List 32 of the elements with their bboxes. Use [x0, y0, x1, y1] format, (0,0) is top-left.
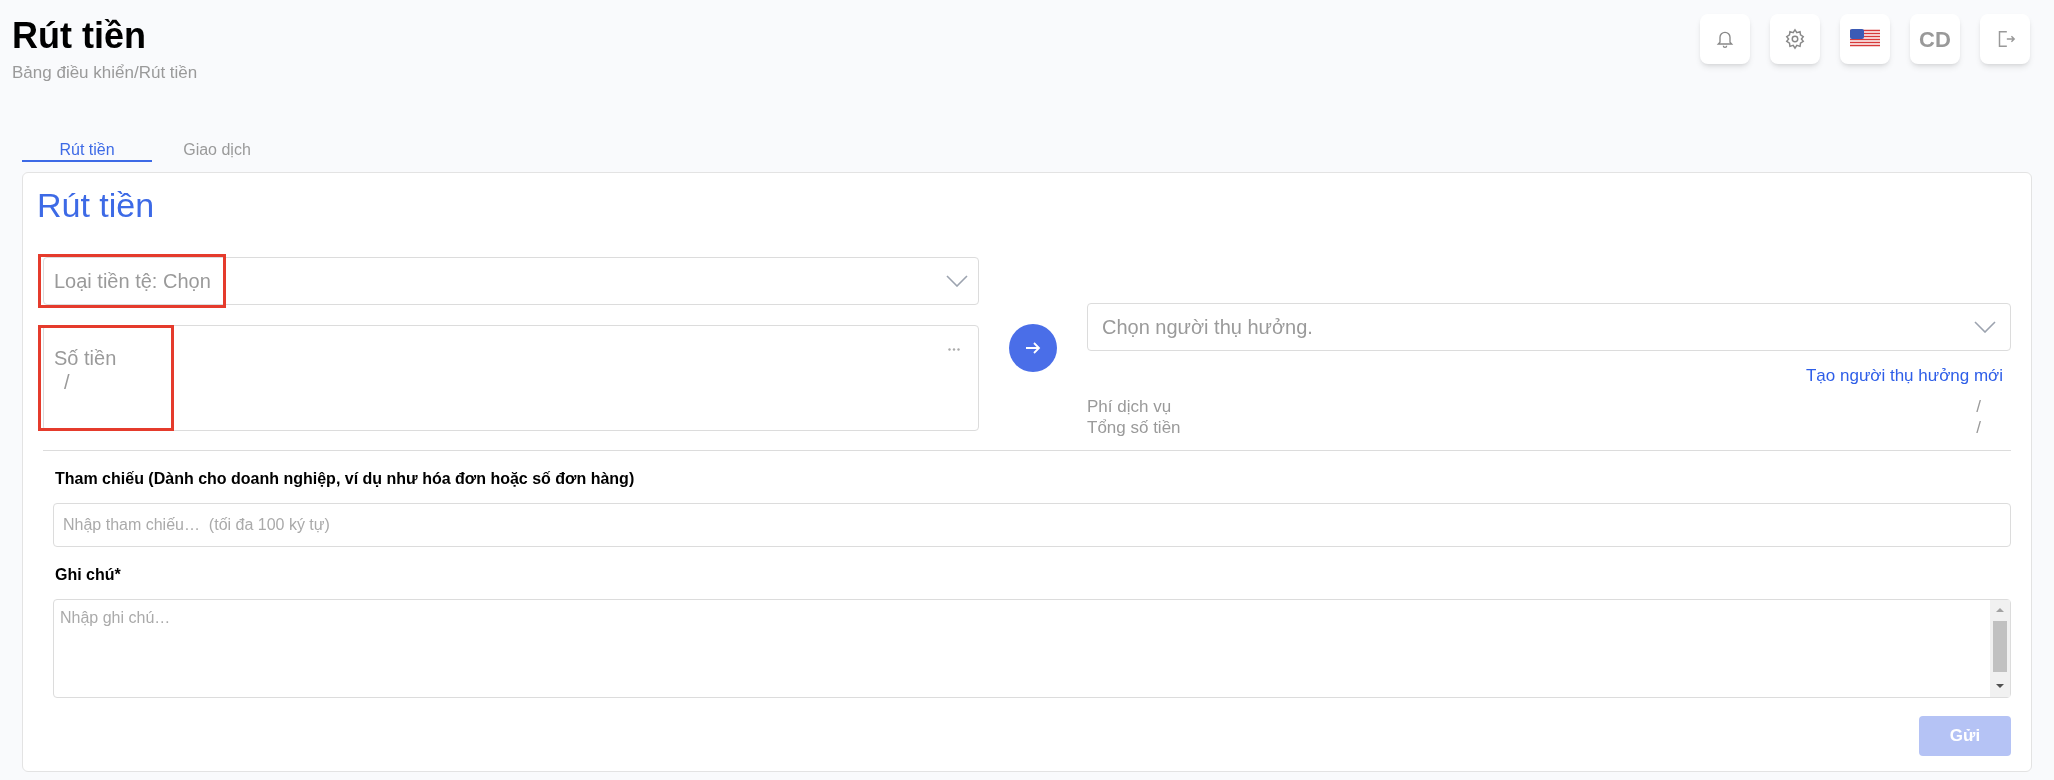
settings-icon: [1784, 28, 1806, 50]
tab[interactable]: Giao dịch: [152, 139, 282, 162]
create-beneficiary-link[interactable]: Tạo người thụ hưởng mới: [1806, 362, 2003, 388]
chevron-down-icon: [946, 274, 968, 287]
currency-placeholder: Loại tiền tệ: Chọn: [54, 268, 211, 294]
page-title: Rút tiền: [12, 14, 147, 58]
flag-icon: [1850, 29, 1880, 49]
arrow-right-icon: [1025, 340, 1041, 355]
notifications-button[interactable]: [1700, 14, 1750, 64]
amount-value: /: [63, 369, 70, 394]
breadcrumb: Bảng điều khiển/Rút tiền: [12, 62, 198, 84]
summary-value: /: [1976, 417, 1981, 438]
settings-button[interactable]: [1770, 14, 1820, 64]
logout-button[interactable]: [1980, 14, 2030, 64]
tab[interactable]: Rút tiền: [22, 139, 152, 162]
card-title: Rút tiền: [37, 184, 156, 226]
reference-label: Tham chiếu (Dành cho doanh nghiệp, ví dụ như hóa đơn hoặc số đơn hàng): [54, 469, 636, 489]
user-avatar-button[interactable]: CD: [1910, 14, 1960, 64]
summary-value: /: [1976, 396, 1981, 417]
next-button[interactable]: [1009, 323, 1057, 372]
note-textarea[interactable]: Nhập ghi chú…: [53, 599, 2011, 698]
summary-label: Phí dịch vụ: [1087, 396, 1172, 417]
note-label: Ghi chú*: [54, 565, 122, 585]
submit-button: Gửi: [1919, 716, 2011, 756]
beneficiary-placeholder: Chọn người thụ hưởng.: [1102, 314, 1313, 340]
more-icon: [948, 347, 960, 351]
reference-input[interactable]: Nhập tham chiếu… (tối đa 100 ký tự): [53, 503, 2011, 547]
language-button[interactable]: [1840, 14, 1890, 64]
summary-label: Tổng số tiền: [1087, 417, 1181, 438]
amount-label: Số tiền: [54, 345, 117, 370]
beneficiary-select[interactable]: Chọn người thụ hưởng.: [1087, 302, 2011, 351]
chevron-down-icon: [1974, 320, 1996, 333]
